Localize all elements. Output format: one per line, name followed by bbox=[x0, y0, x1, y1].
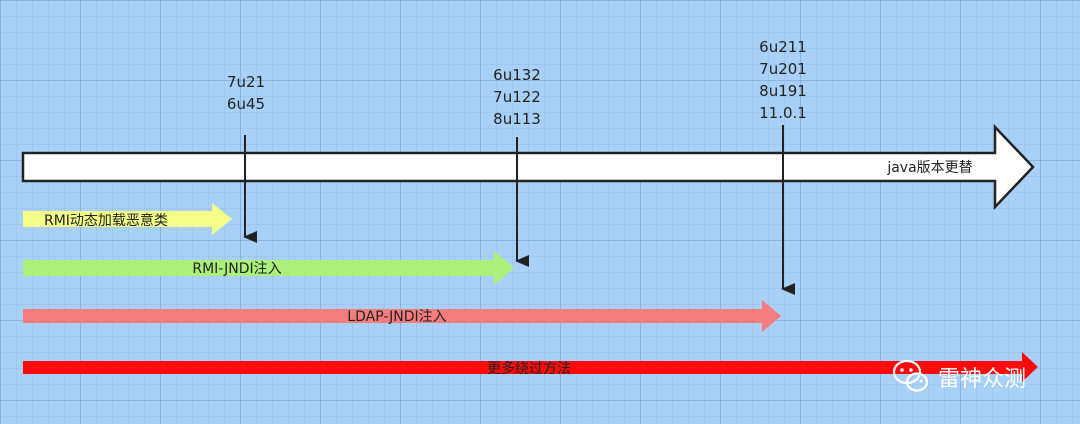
version-label: 8u191 bbox=[759, 82, 807, 100]
version-label: 7u201 bbox=[759, 60, 807, 78]
technique-more-bypass: 更多绕过方法 bbox=[23, 352, 1038, 382]
java-timeline-arrow bbox=[21, 123, 1035, 211]
version-label: 8u113 bbox=[493, 110, 541, 128]
version-label: 6u211 bbox=[759, 38, 807, 56]
technique-ldap-jndi: LDAP-JNDI注入 bbox=[23, 300, 781, 332]
technique-label: 更多绕过方法 bbox=[487, 360, 571, 377]
technique-label: RMI-JNDI注入 bbox=[192, 261, 281, 277]
timeline-label: java版本更替 bbox=[886, 160, 972, 176]
timeline-diagram: java版本更替 7u21 6u45 6u132 7u122 8u113 6u2… bbox=[21, 38, 1038, 392]
version-label: 6u45 bbox=[227, 95, 265, 113]
version-label: 7u21 bbox=[227, 73, 265, 91]
technique-rmi-dynamic-class: RMI动态加载恶意类 bbox=[23, 203, 232, 235]
technique-label: RMI动态加载恶意类 bbox=[44, 212, 168, 229]
version-label: 11.0.1 bbox=[759, 104, 807, 122]
technique-label: LDAP-JNDI注入 bbox=[347, 309, 446, 325]
technique-rmi-jndi: RMI-JNDI注入 bbox=[23, 251, 514, 285]
version-label: 6u132 bbox=[493, 66, 541, 84]
version-label: 7u122 bbox=[493, 88, 541, 106]
watermark-text: 雷神众测 bbox=[938, 367, 1026, 392]
